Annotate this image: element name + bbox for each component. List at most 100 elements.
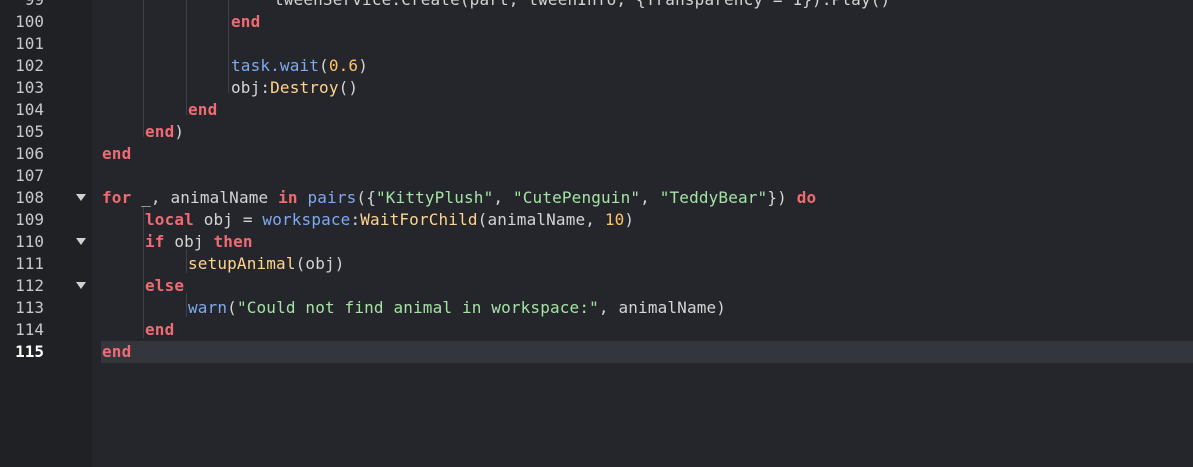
code-text: end) (145, 121, 184, 143)
code-token: }) (767, 188, 797, 207)
code-token: ( (319, 56, 329, 75)
code-token: local (145, 210, 194, 229)
line-number: 101 (15, 34, 44, 53)
code-token: () (338, 78, 359, 97)
code-token: Destroy (270, 78, 339, 97)
code-token: end (102, 144, 132, 163)
line-number: 108 (15, 188, 44, 207)
code-text: end (102, 341, 131, 363)
active-line-highlight (101, 341, 1193, 363)
code-line[interactable]: 109 local obj = workspace:WaitForChild(an… (0, 209, 1193, 231)
code-token: do (796, 188, 817, 207)
code-token: obj: (231, 78, 271, 97)
code-line[interactable]: 99 tweenService:Create(part, tweenInfo, {… (0, 0, 1193, 11)
code-token: setupAnimal (188, 254, 296, 273)
code-token: ) (358, 56, 368, 75)
line-number: 105 (15, 122, 44, 141)
line-number: 100 (15, 12, 44, 31)
code-text: obj:Destroy() (231, 77, 358, 99)
code-text: end (188, 99, 217, 121)
code-token: if (145, 232, 165, 251)
code-token: task.wait (231, 56, 320, 75)
code-token: "CutePenguin" (512, 188, 641, 207)
code-line[interactable]: 115 end (0, 341, 1193, 363)
chevron-down-icon[interactable] (76, 282, 86, 289)
code-token: , animalName) (598, 298, 727, 317)
code-token: end (145, 320, 175, 339)
code-line[interactable]: 112 else (0, 275, 1193, 297)
code-token: "Could not find animal in workspace:" (236, 298, 599, 317)
line-number: 110 (15, 232, 44, 251)
code-text: else (145, 275, 184, 297)
line-number: 99 (0, 0, 44, 11)
code-token: in (278, 188, 298, 207)
code-line[interactable]: 114 end (0, 319, 1193, 341)
chevron-down-icon[interactable] (76, 194, 86, 201)
code-token: "KittyPlush" (375, 188, 494, 207)
line-number: 113 (15, 298, 44, 317)
code-text: tweenService:Create(part, tweenInfo, {Tr… (274, 0, 890, 11)
line-number: 102 (15, 56, 44, 75)
code-token: ({ (356, 188, 376, 207)
code-token: WaitForChild (360, 210, 478, 229)
code-token: warn (188, 298, 228, 317)
code-line[interactable]: 105 end) (0, 121, 1193, 143)
code-token: end (231, 12, 261, 31)
code-text: warn("Could not find animal in workspace… (188, 297, 726, 319)
code-line[interactable]: 103 obj:Destroy() (0, 77, 1193, 99)
code-line[interactable]: 107 (0, 165, 1193, 187)
code-token: , (640, 188, 660, 207)
code-token: obj = (193, 210, 263, 229)
code-token: else (145, 276, 185, 295)
line-number: 106 (15, 144, 44, 163)
code-line[interactable]: 110 if obj then (0, 231, 1193, 253)
code-token: ) (624, 210, 635, 229)
code-token: for (102, 188, 132, 207)
chevron-down-icon[interactable] (76, 238, 86, 245)
code-token: tweenService:Create(part, tweenInfo, {Tr… (274, 0, 890, 9)
code-line[interactable]: 111 setupAnimal(obj) (0, 253, 1193, 275)
indent-guide (143, 207, 144, 338)
code-token: 0.6 (328, 56, 359, 75)
code-token: ) (174, 122, 185, 141)
indent-guide (186, 293, 187, 317)
line-number: 114 (15, 320, 44, 339)
code-text: end (231, 11, 260, 33)
code-editor[interactable]: 99 tweenService:Create(part, tweenInfo, {… (0, 0, 1193, 467)
code-line[interactable]: 102 task.wait(0.6) (0, 55, 1193, 77)
code-token: : (350, 210, 361, 229)
line-number: 115 (15, 342, 44, 361)
code-token: then (213, 232, 253, 251)
code-text: local obj = workspace:WaitForChild(anima… (145, 209, 634, 231)
code-line[interactable]: 113 warn("Could not find animal in worksp… (0, 297, 1193, 319)
indent-guide (186, 249, 187, 273)
code-text: end (102, 143, 131, 165)
indent-guide (228, 0, 229, 93)
code-token: _, animalName (131, 188, 279, 207)
code-line[interactable]: 101 (0, 33, 1193, 55)
code-token: 10 (604, 210, 625, 229)
line-number: 107 (15, 166, 44, 185)
code-text: task.wait(0.6) (231, 55, 368, 77)
line-number: 103 (15, 78, 44, 97)
code-line[interactable]: 106 end (0, 143, 1193, 165)
code-text: if obj then (145, 231, 253, 253)
indent-guide (186, 0, 187, 115)
code-token: "TeddyBear" (659, 188, 768, 207)
code-token: (obj) (295, 254, 345, 273)
code-token: end (188, 100, 218, 119)
code-token: obj (164, 232, 214, 251)
line-number: 112 (15, 276, 44, 295)
line-number: 111 (15, 254, 44, 273)
code-token: workspace (262, 210, 351, 229)
code-token: end (145, 122, 175, 141)
indent-guide (143, 0, 144, 137)
code-line[interactable]: 108 for _, animalName in pairs({"KittyPlu… (0, 187, 1193, 209)
code-line[interactable]: 100 end (0, 11, 1193, 33)
code-token: (animalName, (477, 210, 605, 229)
code-line[interactable]: 104 end (0, 99, 1193, 121)
line-number: 109 (15, 210, 44, 229)
code-token: ( (227, 298, 237, 317)
line-number: 104 (15, 100, 44, 119)
